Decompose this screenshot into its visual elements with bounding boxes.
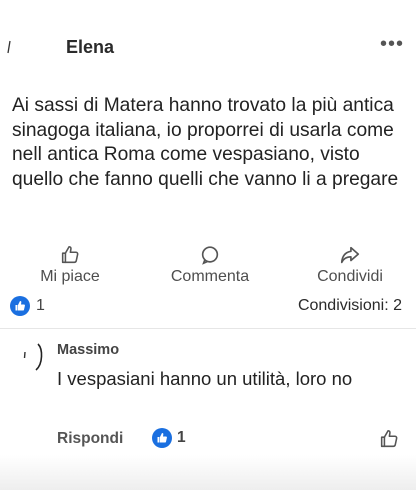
comment-reaction-summary[interactable]: 1 bbox=[152, 428, 186, 448]
comment-button[interactable]: Commenta bbox=[160, 244, 260, 286]
divider bbox=[0, 328, 416, 329]
reaction-summary[interactable]: 1 bbox=[10, 296, 45, 316]
post-text: Ai sassi di Matera hanno trovato la più … bbox=[12, 95, 399, 190]
comment-avatar[interactable] bbox=[22, 342, 46, 372]
comment-label: Commenta bbox=[170, 268, 250, 285]
post-author-name[interactable]: Elena bbox=[66, 37, 114, 58]
like-label: Mi piace bbox=[40, 268, 100, 285]
reply-button[interactable]: Rispondi bbox=[57, 430, 123, 448]
like-reaction-icon bbox=[10, 296, 30, 316]
share-button[interactable]: Condividi bbox=[305, 244, 395, 286]
more-dots-icon[interactable]: ••• bbox=[380, 34, 404, 54]
share-label: Condividi bbox=[317, 268, 383, 285]
bottom-fade bbox=[0, 455, 416, 490]
like-reaction-icon bbox=[152, 428, 172, 448]
avatar[interactable] bbox=[6, 40, 12, 54]
reaction-count: 1 bbox=[36, 297, 45, 314]
share-arrow-icon bbox=[305, 244, 395, 266]
like-button[interactable]: Mi piace bbox=[35, 244, 105, 286]
comment-author-name[interactable]: Massimo bbox=[57, 342, 119, 358]
comment-bubble-icon bbox=[160, 244, 260, 266]
thumbs-up-icon bbox=[380, 429, 398, 448]
post-action-bar: Mi piace Commenta Condividi bbox=[0, 244, 416, 290]
comment-reaction-count: 1 bbox=[177, 429, 186, 446]
thumbs-up-icon bbox=[35, 244, 105, 266]
comment-text: I vespasiani hanno un utilità, loro no bbox=[57, 368, 353, 389]
share-count[interactable]: Condivisioni: 2 bbox=[298, 297, 402, 315]
comment-like-button[interactable] bbox=[378, 428, 400, 455]
